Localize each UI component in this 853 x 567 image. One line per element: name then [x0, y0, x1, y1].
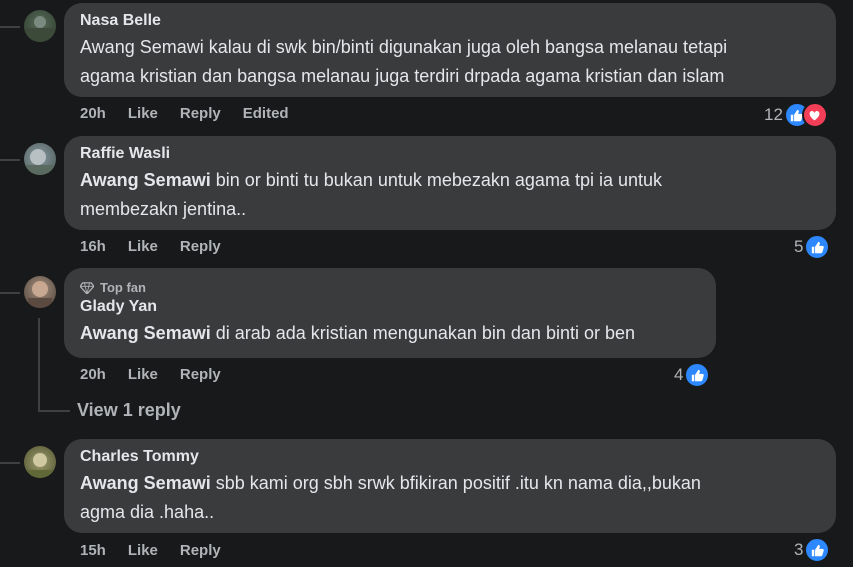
reply-button[interactable]: Reply	[180, 542, 221, 559]
comment-actions: 15h Like Reply	[80, 542, 243, 559]
reply-button[interactable]: Reply	[180, 366, 221, 383]
like-button[interactable]: Like	[128, 366, 158, 383]
avatar-image	[24, 453, 56, 478]
like-reaction-icon	[804, 537, 831, 563]
author-name[interactable]: Raffie Wasli	[80, 144, 820, 164]
comment-bubble: Raffie Wasli Awang Semawi bin or binti t…	[64, 136, 836, 230]
mention-link[interactable]: Awang Semawi	[80, 170, 211, 190]
diamond-icon	[80, 281, 94, 294]
comment-actions: 20h Like Reply Edited	[80, 105, 311, 122]
comment-line-rest: bin or binti tu bukan untuk mebezakn aga…	[210, 170, 663, 190]
avatar[interactable]	[24, 10, 56, 42]
comment-actions: 16h Like Reply	[80, 238, 243, 255]
reply-button[interactable]: Reply	[180, 238, 221, 255]
comment-text: Awang Semawi bin or binti tu bukan untuk…	[80, 166, 820, 224]
comment-text: Awang Semawi sbb kami org sbh srwk bfiki…	[80, 469, 820, 527]
comment-actions: 20h Like Reply	[80, 366, 243, 383]
like-reaction-icon	[804, 234, 831, 260]
avatar[interactable]	[24, 143, 56, 175]
author-name[interactable]: Charles Tommy	[80, 447, 820, 467]
timestamp[interactable]: 20h	[80, 366, 106, 383]
author-name[interactable]: Nasa Belle	[80, 11, 820, 31]
like-button[interactable]: Like	[128, 238, 158, 255]
view-replies-link[interactable]: View 1 reply	[77, 400, 181, 421]
comment-line: agama kristian dan bangsa melanau juga t…	[80, 66, 725, 86]
reply-thread-line	[38, 318, 40, 410]
reaction-summary[interactable]: 12	[764, 102, 828, 128]
reaction-count: 5	[794, 237, 804, 256]
mention-link[interactable]: Awang Semawi	[80, 323, 211, 343]
comment-text: Awang Semawi di arab ada kristian mengun…	[80, 319, 700, 348]
reaction-summary[interactable]: 4	[674, 362, 711, 388]
reply-thread-line	[38, 410, 70, 412]
avatar-image	[28, 281, 52, 308]
thread-connector	[0, 462, 20, 464]
timestamp[interactable]: 15h	[80, 542, 106, 559]
comment-bubble: Top fan Glady Yan Awang Semawi di arab a…	[64, 268, 716, 358]
comment-line: Awang Semawi kalau di swk bin/binti digu…	[80, 37, 728, 57]
reaction-count: 3	[794, 540, 804, 559]
reaction-count: 4	[674, 365, 684, 384]
like-reaction-icon	[684, 362, 711, 388]
top-fan-badge: Top fan	[80, 280, 700, 295]
comment-bubble: Charles Tommy Awang Semawi sbb kami org …	[64, 439, 836, 533]
top-fan-label: Top fan	[100, 280, 146, 295]
comment-line: membezakn jentina..	[80, 199, 247, 219]
comment-text: Awang Semawi kalau di swk bin/binti digu…	[80, 33, 820, 91]
author-name[interactable]: Glady Yan	[80, 297, 700, 317]
love-reaction-icon	[801, 102, 828, 128]
avatar-image	[24, 149, 56, 175]
reaction-summary[interactable]: 3	[794, 537, 831, 563]
mention-link[interactable]: Awang Semawi	[80, 473, 211, 493]
reaction-summary[interactable]: 5	[794, 234, 831, 260]
timestamp[interactable]: 16h	[80, 238, 106, 255]
comment-line: Awang Semawi bin or binti tu bukan untuk…	[80, 166, 820, 195]
comment-line: Awang Semawi sbb kami org sbh srwk bfiki…	[80, 469, 820, 498]
like-button[interactable]: Like	[128, 105, 158, 122]
avatar[interactable]	[24, 446, 56, 478]
thread-connector	[0, 26, 20, 28]
timestamp[interactable]: 20h	[80, 105, 106, 122]
comment-line-rest: sbb kami org sbh srwk bfikiran positif .…	[210, 473, 701, 493]
comment-bubble: Nasa Belle Awang Semawi kalau di swk bin…	[64, 3, 836, 97]
like-button[interactable]: Like	[128, 542, 158, 559]
reaction-count: 12	[764, 105, 783, 124]
thread-connector	[0, 292, 20, 294]
comment-line-rest: di arab ada kristian mengunakan bin dan …	[210, 323, 636, 343]
edited-label: Edited	[242, 105, 289, 122]
avatar-image	[24, 16, 56, 42]
avatar[interactable]	[24, 276, 56, 308]
comment-line: agma dia .haha..	[80, 502, 215, 522]
thread-connector	[0, 159, 20, 161]
reply-button[interactable]: Reply	[180, 105, 221, 122]
comment-line: Awang Semawi di arab ada kristian mengun…	[80, 319, 700, 348]
